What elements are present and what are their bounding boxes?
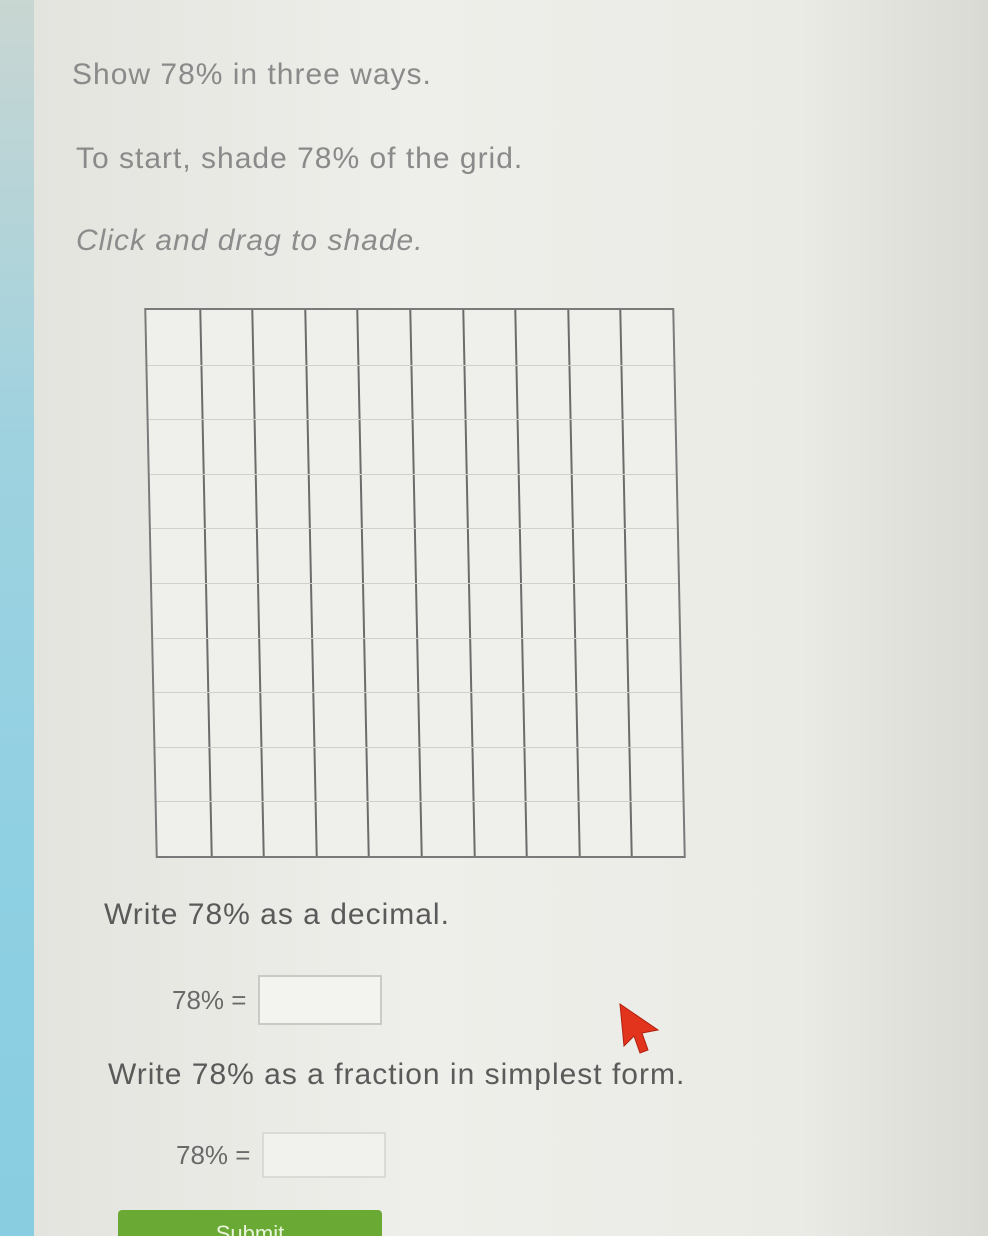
decimal-equation: 78% = <box>172 975 383 1025</box>
fraction-equation: 78% = <box>176 1132 387 1178</box>
grid-row-line <box>147 364 674 366</box>
fraction-answer-input[interactable] <box>262 1132 387 1178</box>
decimal-answer-input[interactable] <box>258 975 383 1025</box>
fraction-equation-lhs: 78% = <box>176 1139 251 1170</box>
submit-button[interactable]: Submit <box>118 1210 382 1236</box>
grid-row-line <box>154 692 681 694</box>
decimal-question-prompt: Write 78% as a decimal. <box>104 898 450 931</box>
instruction-title: Show 78% in three ways. <box>72 58 432 91</box>
hundred-grid[interactable] <box>144 308 686 858</box>
instruction-start: To start, shade 78% of the grid. <box>76 142 524 175</box>
grid-row-line <box>153 637 680 639</box>
grid-row-line <box>148 419 675 421</box>
decimal-equation-lhs: 78% = <box>172 984 247 1015</box>
fraction-question-prompt: Write 78% as a fraction in simplest form… <box>108 1058 686 1091</box>
grid-row-line <box>149 473 676 475</box>
instruction-hint: Click and drag to shade. <box>76 224 424 257</box>
grid-row-line <box>150 528 677 530</box>
mouse-pointer-icon <box>619 1002 660 1054</box>
grid-row-line <box>156 801 683 803</box>
grid-row-line <box>152 583 679 584</box>
grid-row-line <box>155 746 682 748</box>
